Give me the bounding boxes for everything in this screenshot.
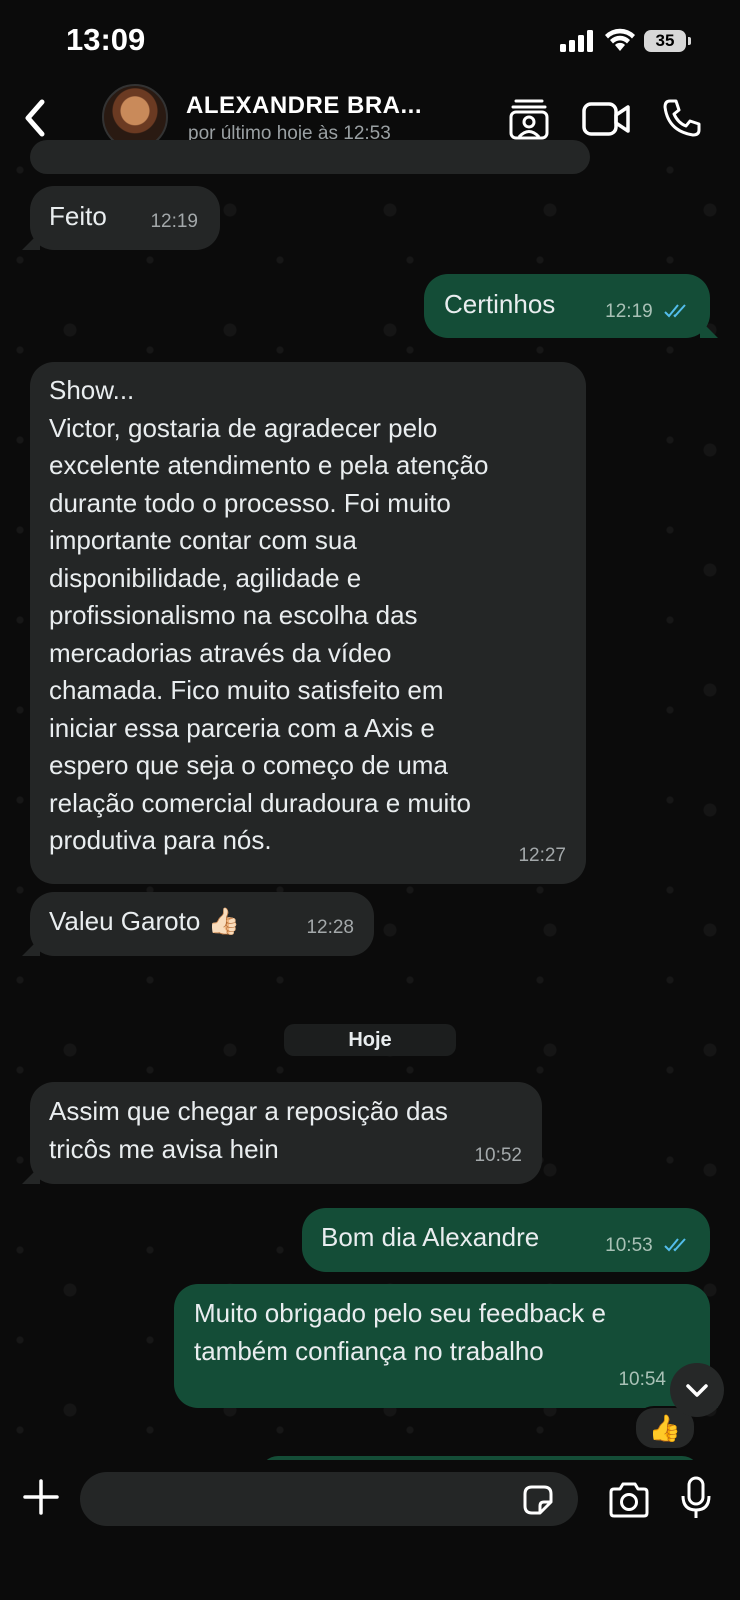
message-text: Muito obrigado pelo seu feedback e també… [194, 1298, 606, 1366]
camera-icon[interactable] [608, 1482, 650, 1518]
message-outgoing[interactable]: Muito obrigado pelo seu feedback e també… [174, 1284, 718, 1408]
plus-icon[interactable] [22, 1478, 60, 1516]
message-incoming[interactable]: Feito 12:19 [22, 186, 220, 250]
battery-indicator: 35 [644, 30, 691, 52]
back-icon[interactable] [20, 98, 50, 138]
read-receipt-icon [664, 304, 686, 318]
status-bar: 13:09 35 [0, 0, 740, 80]
message-time: 10:53 [605, 1234, 653, 1256]
composer-bar [0, 1460, 740, 1600]
message-partial [30, 140, 590, 174]
message-input[interactable] [80, 1472, 578, 1526]
microphone-icon[interactable] [680, 1476, 712, 1520]
message-meta: 10:53 [605, 1227, 690, 1265]
contact-card-icon[interactable] [508, 98, 550, 140]
wifi-icon [605, 28, 635, 51]
message-text: Show... Victor, gostaria de agradecer pe… [49, 375, 489, 855]
message-time: 12:28 [306, 916, 354, 938]
message-outgoing[interactable]: Certinhos 12:19 [424, 274, 718, 338]
message-time: 12:19 [150, 210, 198, 232]
contact-name[interactable]: ALEXANDRE BRA... [186, 92, 422, 120]
message-time: 12:27 [518, 844, 566, 866]
scroll-to-bottom-button[interactable] [670, 1363, 724, 1417]
message-incoming[interactable]: Valeu Garoto 👍🏻 12:28 [22, 892, 374, 956]
message-meta: 10:54 [618, 1361, 666, 1399]
message-text: Valeu Garoto 👍🏻 [49, 906, 240, 936]
date-divider: Hoje [284, 1024, 456, 1056]
cellular-signal-icon [560, 30, 593, 52]
message-text: Certinhos [444, 289, 556, 319]
chevron-down-icon [686, 1384, 708, 1397]
message-text: Assim que chegar a reposição das tricôs … [49, 1096, 448, 1164]
sticker-icon[interactable] [522, 1484, 554, 1516]
read-receipt-icon [664, 1238, 686, 1252]
status-time: 13:09 [66, 22, 146, 57]
message-text: Bom dia Alexandre [321, 1222, 540, 1252]
message-incoming[interactable]: Show... Victor, gostaria de agradecer pe… [30, 362, 586, 884]
message-text: Feito [49, 201, 107, 231]
message-time: 12:19 [605, 300, 653, 322]
voice-call-icon[interactable] [662, 98, 702, 138]
message-time: 10:54 [618, 1368, 666, 1390]
video-call-icon[interactable] [582, 102, 630, 136]
message-time: 10:52 [474, 1144, 522, 1166]
message-meta: 12:19 [605, 293, 690, 331]
message-incoming[interactable]: Assim que chegar a reposição das tricôs … [22, 1082, 542, 1184]
message-outgoing[interactable]: Bom dia Alexandre 10:53 [302, 1208, 710, 1272]
